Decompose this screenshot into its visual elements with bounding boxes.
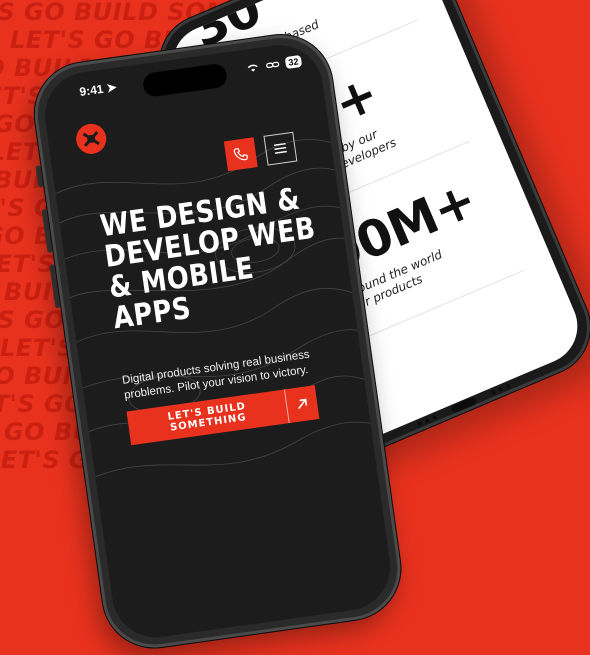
phone-icon [233,147,248,161]
menu-button[interactable] [263,131,298,166]
cta-arrow-container [283,385,320,424]
battery-indicator: 32 [284,54,303,70]
link-icon [266,61,280,69]
location-arrow-icon: ➤ [105,79,118,96]
crossed-circle-logo-icon [78,125,105,152]
wifi-icon [247,64,258,72]
call-button[interactable] [223,137,258,172]
arrow-up-right-icon [298,398,308,410]
hamburger-menu-icon [273,142,287,154]
brand-logo[interactable] [74,121,109,156]
